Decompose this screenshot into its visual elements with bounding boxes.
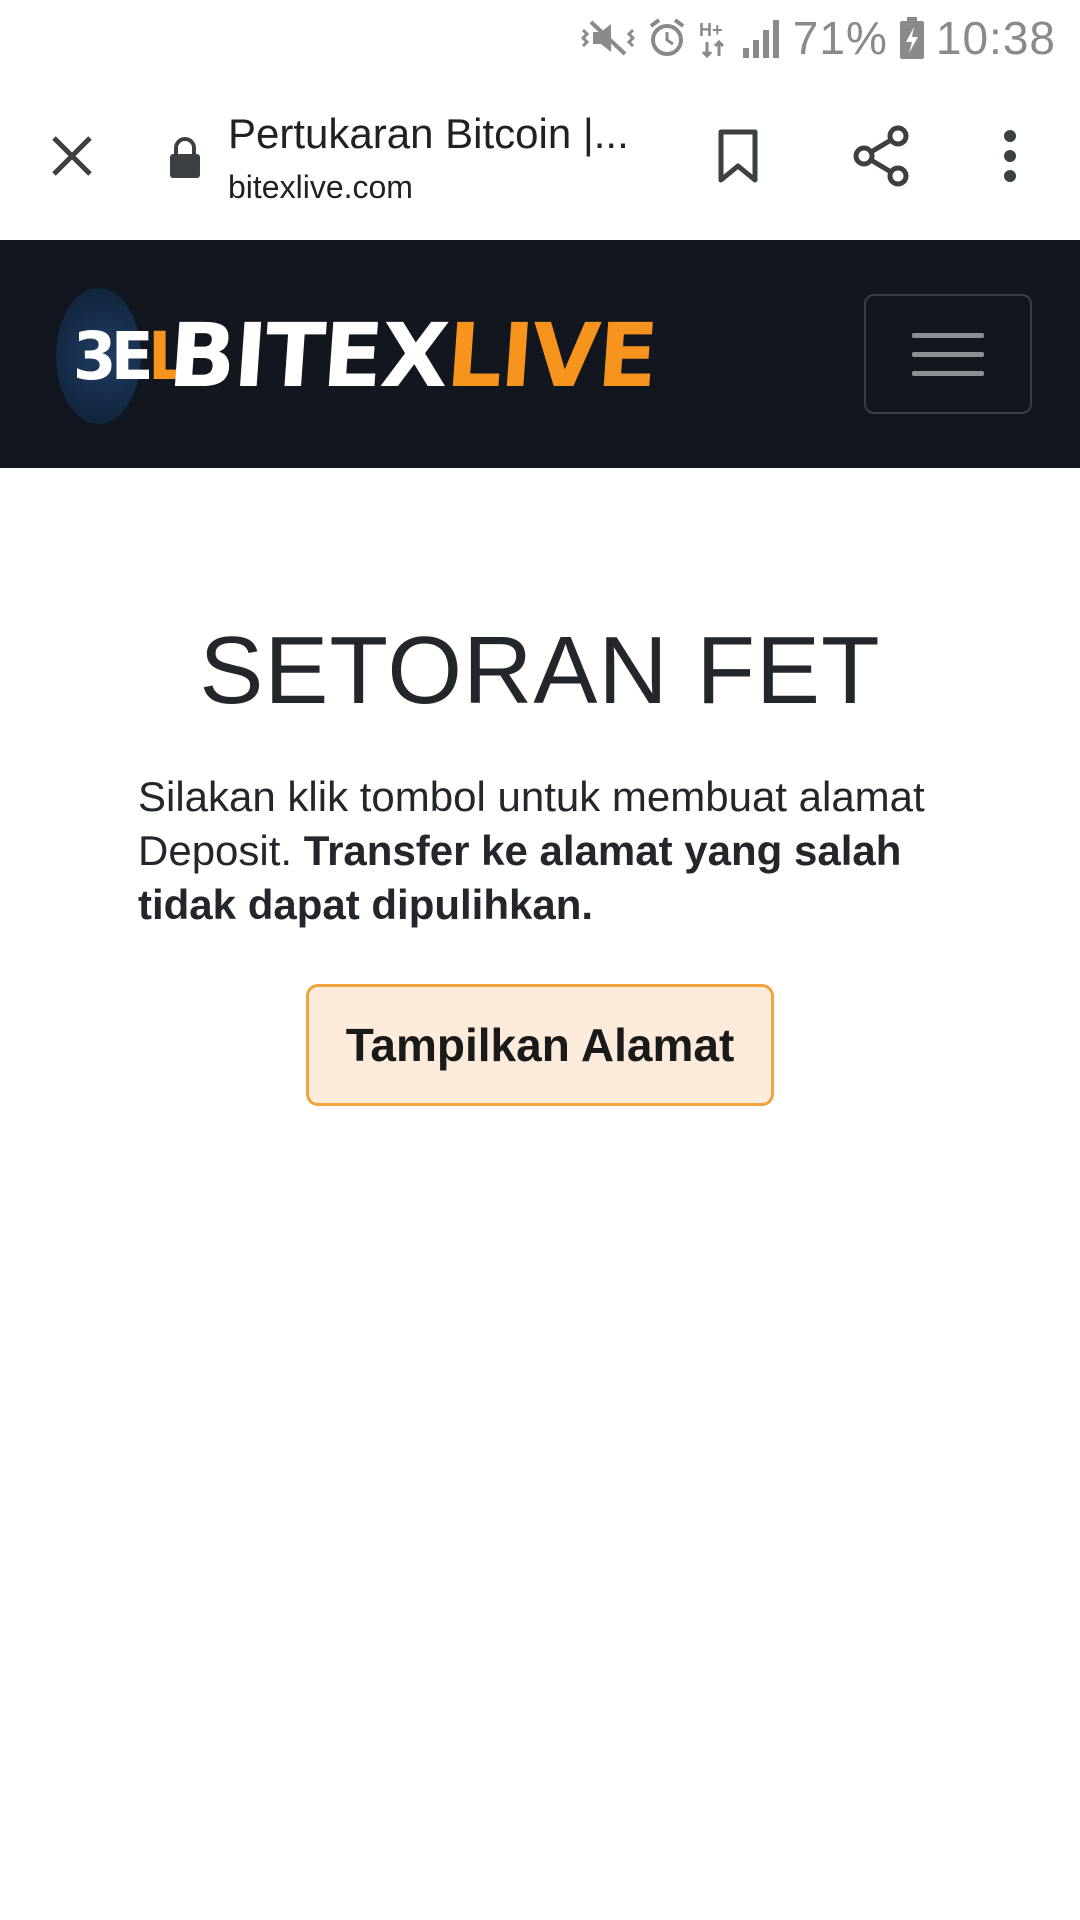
logo-word-orange: LIVE (443, 304, 660, 407)
logo-mark: 3EL (56, 288, 188, 424)
logo-mark-white: 3E (72, 318, 154, 395)
mute-vibrate-icon (579, 16, 637, 60)
more-vert-icon[interactable] (974, 120, 1046, 192)
bookmark-icon[interactable] (702, 120, 774, 192)
hamburger-line (912, 370, 984, 376)
alarm-icon (647, 16, 687, 60)
logo-wordmark: BITEXLIVE (166, 304, 660, 407)
status-icons: H+ 71% 10:38 (579, 10, 1056, 66)
network-h-plus-icon: H+ (697, 16, 731, 60)
share-icon[interactable] (846, 120, 918, 192)
browser-toolbar: Pertukaran Bitcoin |... bitexlive.com (0, 76, 1080, 240)
deposit-description: Silakan klik tombol untuk membuat alamat… (138, 770, 968, 932)
battery-percent: 71% (792, 12, 888, 64)
hamburger-menu-button[interactable] (864, 294, 1032, 414)
site-logo[interactable]: 3EL BITEXLIVE (56, 288, 660, 424)
lock-icon[interactable] (162, 130, 208, 186)
hamburger-line (912, 351, 984, 357)
site-navbar: 3EL BITEXLIVE (0, 240, 1080, 468)
signal-icon (741, 16, 783, 60)
page-heading: SETORAN FET (199, 617, 881, 724)
address-area[interactable]: Pertukaran Bitcoin |... bitexlive.com (228, 106, 648, 210)
show-address-button[interactable]: Tampilkan Alamat (306, 984, 774, 1106)
logo-word-white: BITEX (165, 304, 451, 407)
svg-text:H+: H+ (699, 20, 723, 40)
clock: 10:38 (935, 12, 1056, 64)
status-bar: H+ 71% 10:38 (0, 0, 1080, 76)
url-text: bitexlive.com (228, 169, 413, 205)
battery-charging-icon (898, 15, 926, 61)
page-title-text: Pertukaran Bitcoin |... (228, 110, 629, 157)
hamburger-line (912, 332, 984, 338)
close-icon[interactable] (36, 120, 108, 192)
logo-mark-text: 3EL (72, 318, 188, 395)
